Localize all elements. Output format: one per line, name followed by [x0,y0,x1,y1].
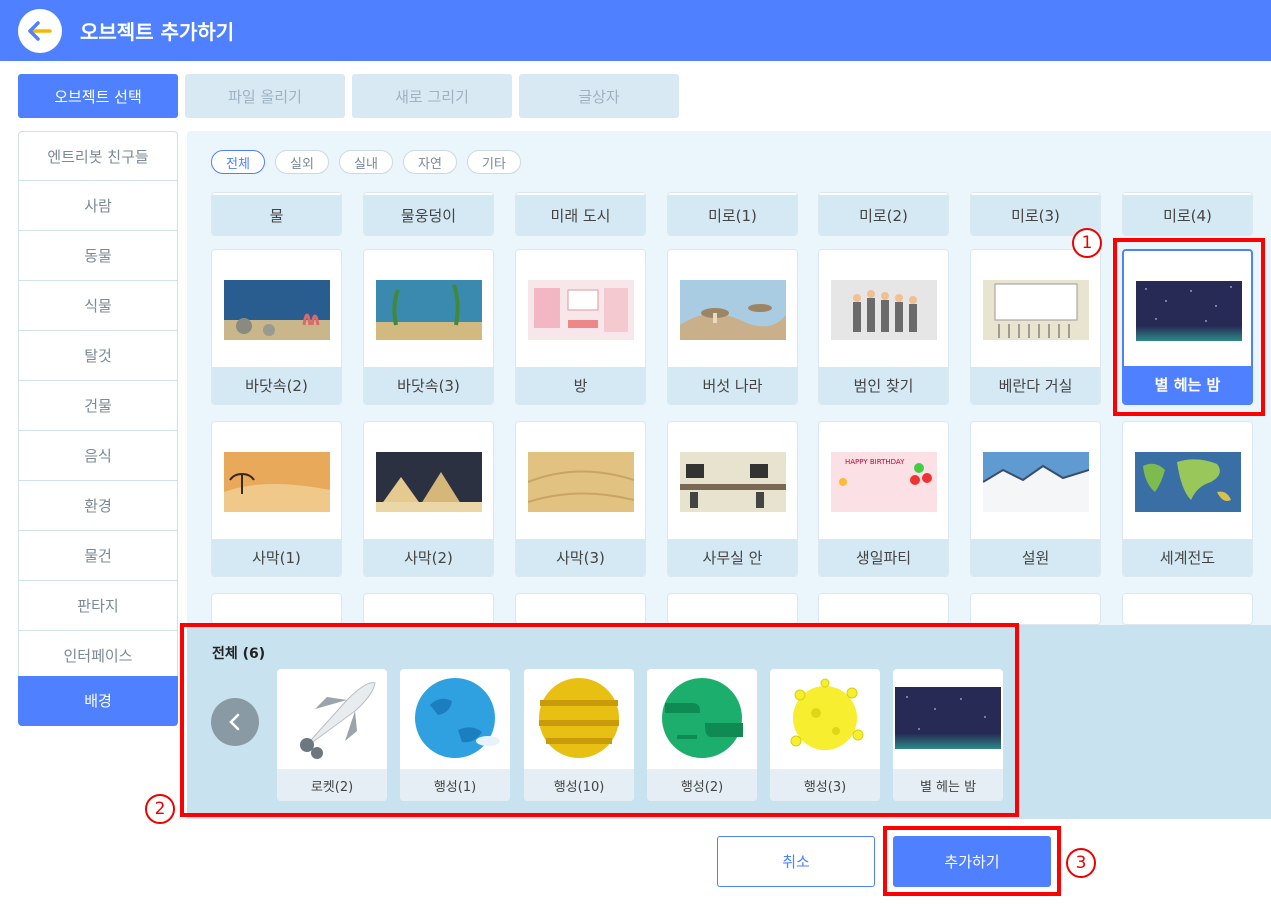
object-label: 물웅덩이 [364,195,493,235]
object-card[interactable]: 사막(2) [363,421,494,577]
category-food[interactable]: 음식 [18,431,178,481]
object-label: 버섯 나라 [668,367,797,404]
undersea-thumbnail [224,280,330,340]
category-things[interactable]: 물건 [18,531,178,581]
object-card[interactable]: 미로(1) [667,192,798,236]
world-map-thumbnail [1135,452,1241,512]
object-label: 사막(1) [212,539,341,576]
object-card[interactable]: 방 [515,249,646,405]
object-card[interactable] [818,593,949,625]
object-label: 사무실 안 [668,539,797,576]
category-vehicles[interactable]: 탈것 [18,331,178,381]
object-card[interactable]: 미로(4) [1122,192,1253,236]
tab-file-upload[interactable]: 파일 올리기 [185,74,345,118]
object-label: 바닷속(3) [364,367,493,404]
step-marker-1: 1 [1072,228,1102,258]
object-card[interactable]: 사막(1) [211,421,342,577]
object-card[interactable]: 설원 세계전도 [1122,421,1253,577]
page-title: 오브젝트 추가하기 [80,20,235,44]
object-card[interactable] [211,593,342,625]
filter-etc[interactable]: 기타 [467,150,521,174]
desert-thumbnail [528,452,634,512]
object-card[interactable]: 사막(3) [515,421,646,577]
filter-all[interactable]: 전체 [211,150,265,174]
object-card[interactable] [970,593,1101,625]
object-label: 미로(2) [819,195,948,235]
object-label: 사막(2) [364,539,493,576]
object-card[interactable]: 베란다 거실 [970,249,1101,405]
highlight-box-2 [180,623,1019,817]
object-card[interactable]: 사무실 안 [667,421,798,577]
object-label: 물 [212,195,341,235]
object-card[interactable]: 물웅덩이 [363,192,494,236]
tab-new-drawing[interactable]: 새로 그리기 [352,74,512,118]
back-arrow-icon [28,21,52,41]
object-label: 생일파티 [819,539,948,576]
object-label: 설원 [971,539,1100,576]
object-card[interactable]: 미래 도시 [515,192,646,236]
category-entrybot-friends[interactable]: 엔트리봇 친구들 [18,131,178,181]
step-marker-3: 3 [1066,848,1096,878]
birthday-banner-text: HAPPY BIRTHDAY [845,458,905,466]
birthday-party-thumbnail: HAPPY BIRTHDAY [831,452,937,512]
object-card[interactable] [363,593,494,625]
snowfield-thumbnail [983,452,1089,512]
category-animals[interactable]: 동물 [18,231,178,281]
object-card[interactable] [1122,593,1253,625]
object-card[interactable] [667,593,798,625]
object-label: 미로(1) [668,195,797,235]
tab-textbox[interactable]: 글상자 [519,74,679,118]
object-label: 사막(3) [516,539,645,576]
object-label: 범인 찾기 [819,367,948,404]
object-label: 미래 도시 [516,195,645,235]
object-card[interactable]: 바닷속(3) [363,249,494,405]
back-button[interactable] [18,9,62,53]
category-plants[interactable]: 식물 [18,281,178,331]
desert-thumbnail [224,452,330,512]
object-card[interactable]: 물 [211,192,342,236]
step-marker-2: 2 [145,794,175,824]
office-thumbnail [680,452,786,512]
object-card[interactable]: 바닷속(2) [211,249,342,405]
category-fantasy[interactable]: 판타지 [18,581,178,631]
category-interface[interactable]: 인터페이스 [18,631,178,681]
mushroom-land-thumbnail [680,280,786,340]
lineup-thumbnail [831,280,937,340]
category-environment[interactable]: 환경 [18,481,178,531]
object-card[interactable]: 설원 [970,421,1101,577]
filter-indoor[interactable]: 실내 [339,150,393,174]
object-card[interactable]: 미로(2) [818,192,949,236]
object-card[interactable]: HAPPY BIRTHDAY 생일파티 [818,421,949,577]
tab-object-select[interactable]: 오브젝트 선택 [18,74,178,118]
object-card[interactable]: 버섯 나라 [667,249,798,405]
object-label: 베란다 거실 [971,367,1100,404]
object-label: 방 [516,367,645,404]
room-thumbnail [528,280,634,340]
object-label: 세계전도 [1123,539,1252,576]
filter-outdoor[interactable]: 실외 [275,150,329,174]
object-label: 미로(4) [1123,195,1252,235]
cancel-button[interactable]: 취소 [717,836,875,887]
desert-thumbnail [376,452,482,512]
undersea-thumbnail [376,280,482,340]
filter-nature[interactable]: 자연 [403,150,457,174]
category-buildings[interactable]: 건물 [18,381,178,431]
object-card[interactable]: 범인 찾기 [818,249,949,405]
object-card[interactable] [515,593,646,625]
category-people[interactable]: 사람 [18,181,178,231]
highlight-box-1 [1113,238,1265,416]
veranda-thumbnail [983,280,1089,340]
category-background[interactable]: 배경 [18,676,178,726]
object-label: 바닷속(2) [212,367,341,404]
add-button[interactable]: 추가하기 [893,836,1051,887]
